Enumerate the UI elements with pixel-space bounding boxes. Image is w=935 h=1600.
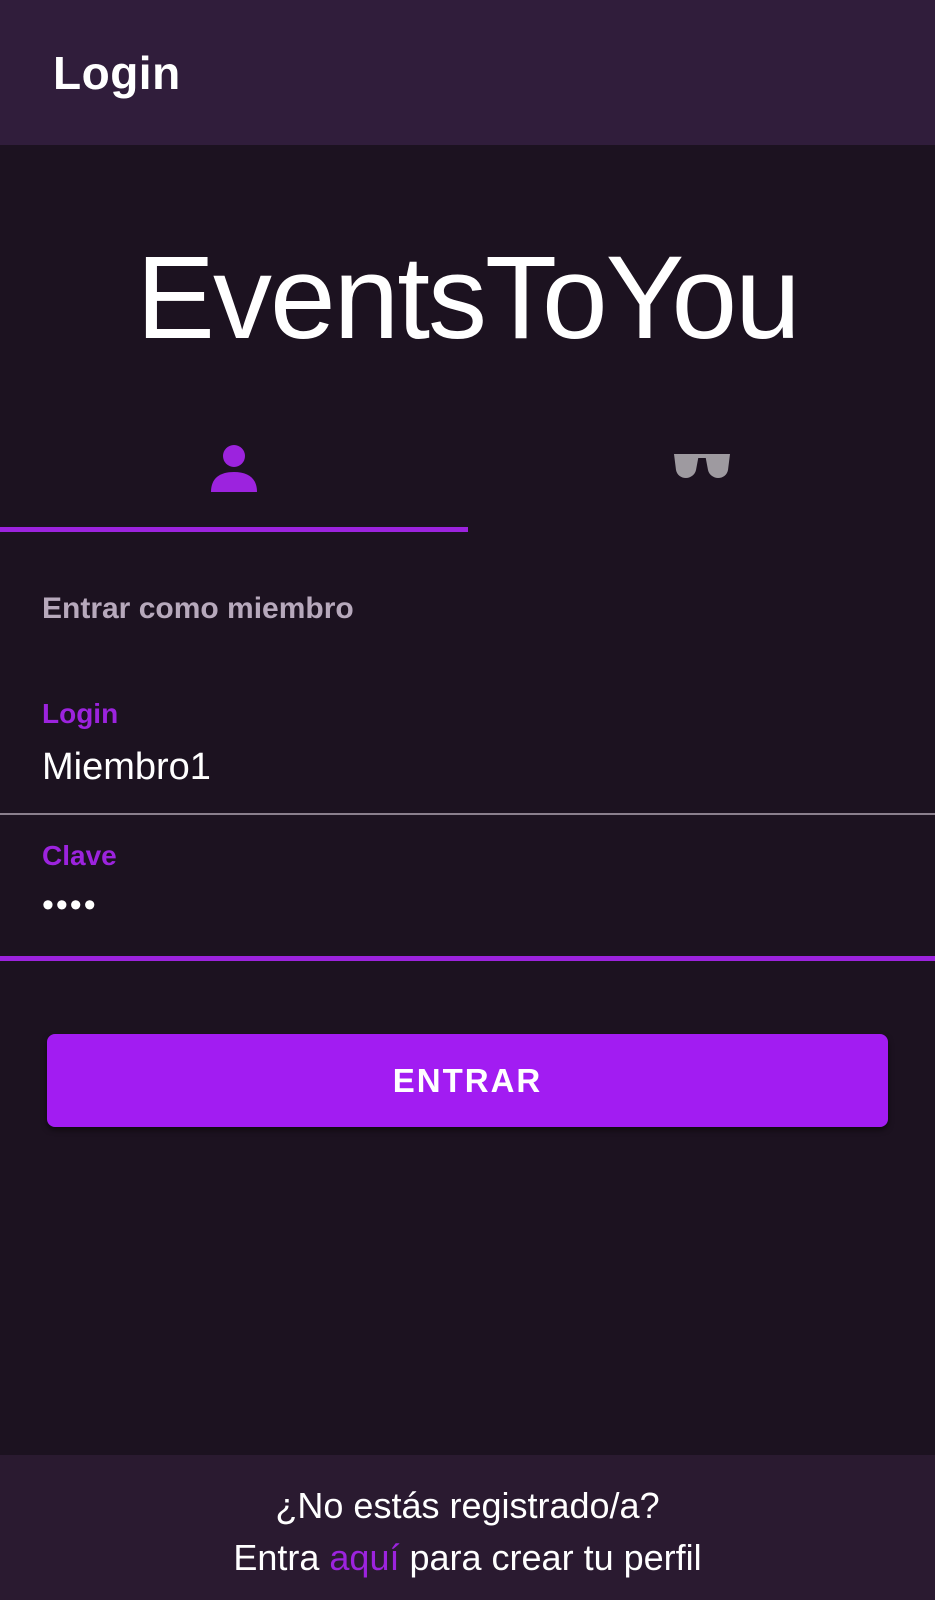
password-field-underline — [0, 956, 935, 961]
password-field[interactable]: Clave •••• — [0, 814, 935, 954]
section-label: Entrar como miembro — [42, 592, 354, 625]
password-field-label: Clave — [42, 840, 117, 871]
register-question: ¿No estás registrado/a? — [275, 1485, 660, 1526]
password-input[interactable]: •••• — [42, 886, 892, 925]
app-bar: Login — [0, 0, 935, 145]
register-prompt: Entra aquí para crear tu perfil — [0, 1537, 935, 1579]
register-prefix: Entra — [233, 1537, 330, 1578]
register-link[interactable]: aquí — [329, 1537, 399, 1578]
login-input[interactable] — [42, 746, 892, 789]
incognito-glasses-icon — [672, 450, 732, 485]
login-field[interactable]: Login — [0, 672, 935, 812]
tab-member[interactable] — [0, 420, 467, 532]
register-suffix: para crear tu perfil — [399, 1537, 702, 1578]
brand-title: EventsToYou — [136, 232, 801, 364]
person-icon — [208, 442, 260, 499]
enter-button[interactable]: ENTRAR — [47, 1034, 888, 1127]
register-footer: ¿No estás registrado/a? Entra aquí para … — [0, 1455, 935, 1600]
tab-indicator — [0, 527, 468, 532]
login-screen: Login EventsToYou Entrar como miembro Lo… — [0, 0, 935, 1600]
page-title: Login — [53, 47, 181, 99]
tab-guest[interactable] — [468, 420, 935, 532]
login-mode-tabs — [0, 420, 935, 532]
login-field-label: Login — [42, 698, 119, 729]
